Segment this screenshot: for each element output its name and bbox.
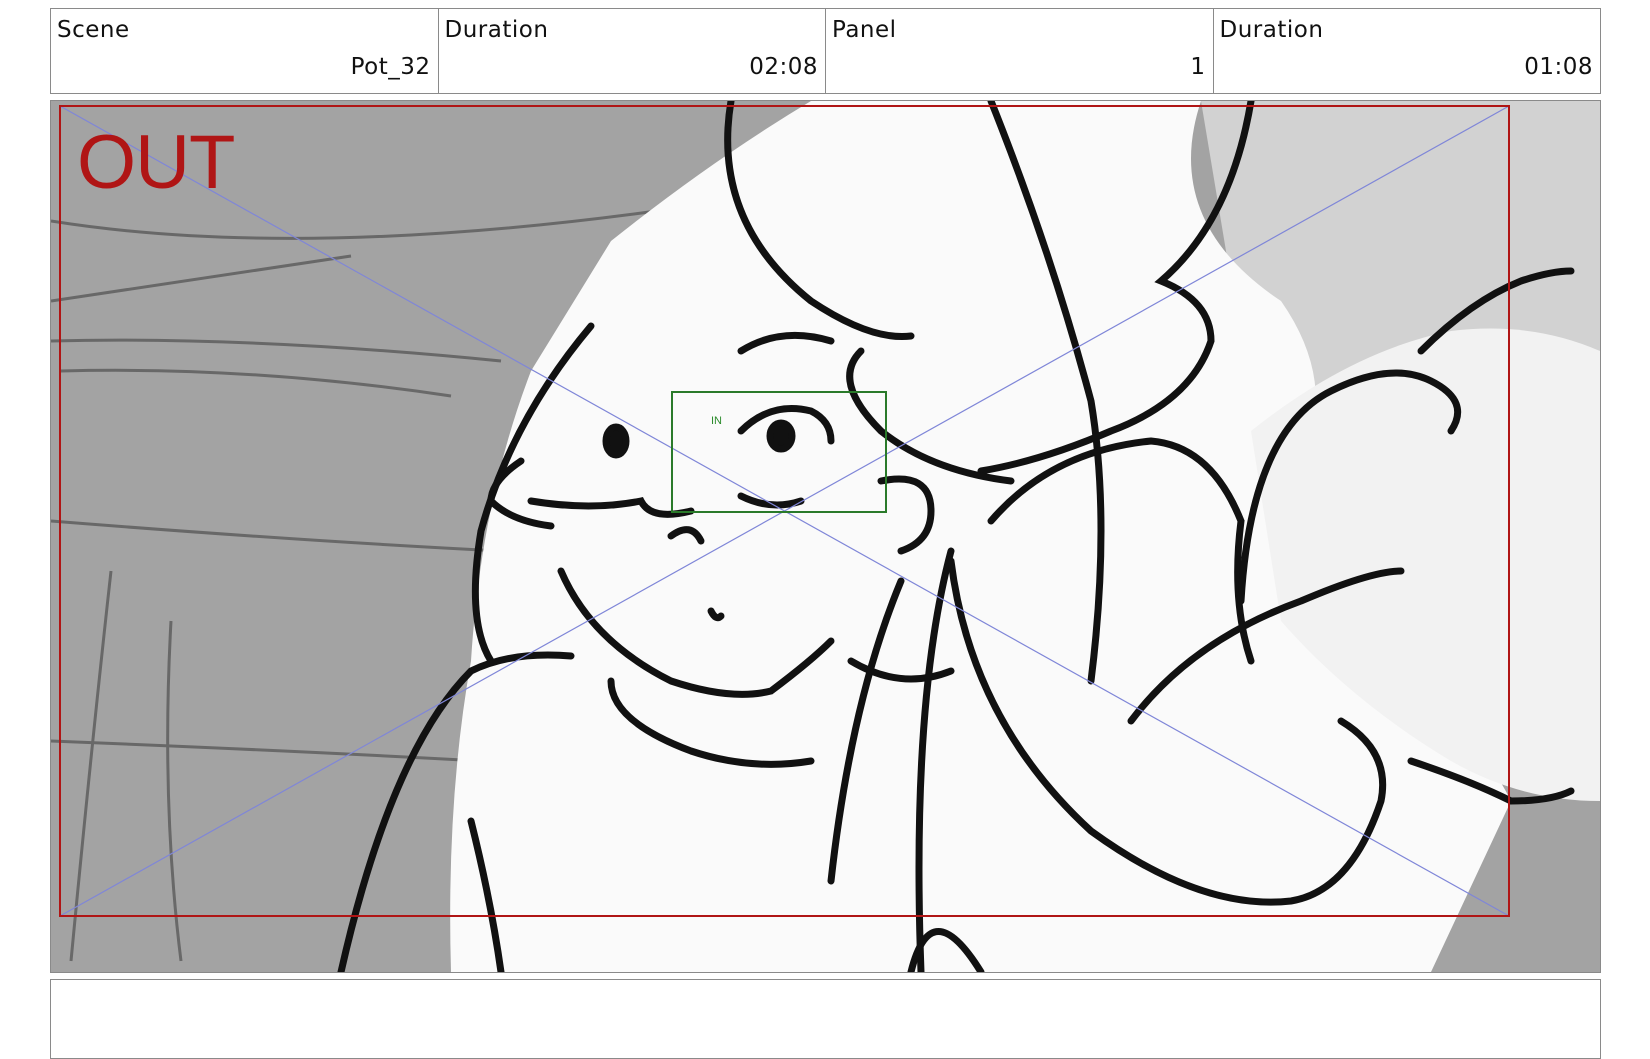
scene-value: Pot_32 xyxy=(350,54,431,80)
panel-duration-value: 01:08 xyxy=(1524,54,1593,80)
scene-duration-label: Duration xyxy=(444,17,549,43)
scene-label: Scene xyxy=(57,17,130,43)
panel-label: Panel xyxy=(832,17,897,43)
storyboard-panel-image: OUT IN xyxy=(50,100,1601,973)
panel-info-header: Scene Pot_32 Duration 02:08 Panel 1 Dura… xyxy=(50,8,1601,94)
scene-duration-value: 02:08 xyxy=(749,54,818,80)
storyboard-sketch xyxy=(51,101,1600,972)
in-frame-label: IN xyxy=(711,415,722,427)
panel-duration-cell: Duration 01:08 xyxy=(1214,9,1601,93)
panel-cell: Panel 1 xyxy=(826,9,1214,93)
scene-duration-cell: Duration 02:08 xyxy=(439,9,826,93)
out-frame-label: OUT xyxy=(77,120,235,205)
panel-duration-label: Duration xyxy=(1219,17,1324,43)
scene-cell: Scene Pot_32 xyxy=(51,9,439,93)
panel-number-value: 1 xyxy=(1190,54,1206,80)
panel-notes-field[interactable] xyxy=(50,979,1601,1059)
